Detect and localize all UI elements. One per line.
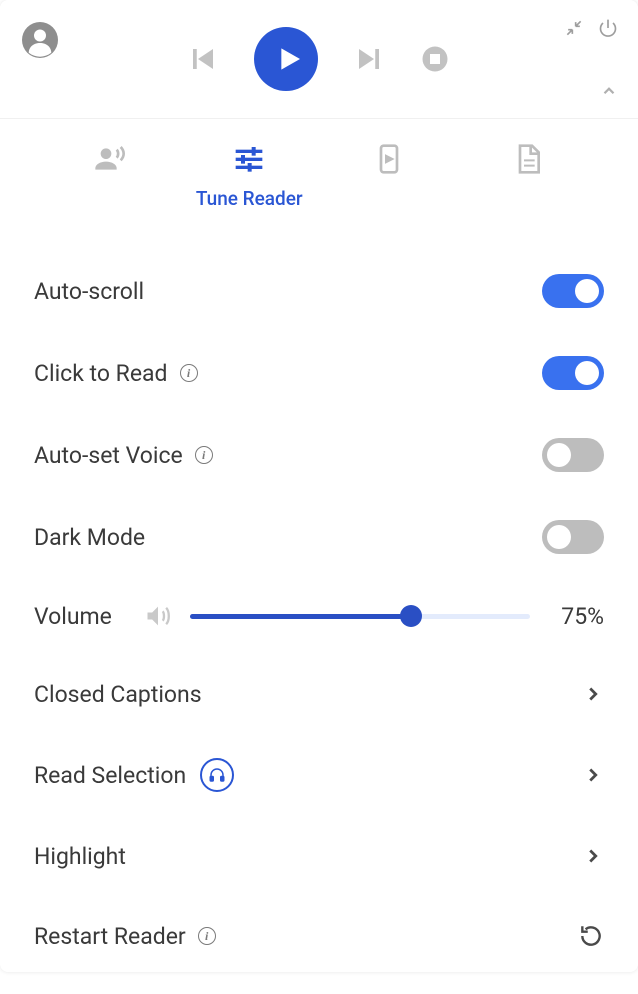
restart-icon: [578, 923, 604, 949]
highlight-label: Highlight: [34, 843, 126, 870]
auto-set-voice-label: Auto-set Voice: [34, 442, 183, 469]
chevron-right-icon: [582, 683, 604, 705]
setting-auto-scroll: Auto-scroll: [34, 250, 604, 332]
tab-tune-reader[interactable]: Tune Reader: [180, 143, 320, 210]
info-icon[interactable]: i: [195, 446, 213, 464]
previous-button[interactable]: [188, 44, 218, 74]
profile-icon[interactable]: [22, 22, 58, 58]
auto-scroll-toggle[interactable]: [542, 274, 604, 308]
dark-mode-toggle[interactable]: [542, 520, 604, 554]
setting-volume: Volume 75%: [34, 578, 604, 654]
volume-label: Volume: [34, 603, 126, 630]
dark-mode-label: Dark Mode: [34, 524, 145, 551]
click-to-read-toggle[interactable]: [542, 356, 604, 390]
chevron-right-icon: [582, 845, 604, 867]
power-icon[interactable]: [598, 18, 618, 42]
collapse-chevron-icon[interactable]: [600, 82, 618, 104]
volume-value: 75%: [548, 603, 604, 630]
tab-bar: Tune Reader: [0, 118, 638, 222]
setting-auto-set-voice: Auto-set Voice i: [34, 414, 604, 496]
click-to-read-label: Click to Read: [34, 360, 168, 387]
player-header: [0, 0, 638, 118]
setting-read-selection[interactable]: Read Selection: [34, 734, 604, 816]
info-icon[interactable]: i: [180, 364, 198, 382]
setting-click-to-read: Click to Read i: [34, 332, 604, 414]
setting-dark-mode: Dark Mode: [34, 496, 604, 578]
setting-closed-captions[interactable]: Closed Captions: [34, 654, 604, 734]
tab-device[interactable]: [319, 143, 459, 210]
restart-reader-label: Restart Reader: [34, 923, 186, 950]
closed-captions-label: Closed Captions: [34, 681, 202, 708]
volume-slider[interactable]: [190, 614, 530, 619]
player-controls: [22, 27, 616, 91]
auto-set-voice-toggle[interactable]: [542, 438, 604, 472]
volume-icon: [144, 602, 172, 630]
stop-button[interactable]: [420, 44, 450, 74]
tab-voice[interactable]: [40, 143, 180, 210]
read-selection-label: Read Selection: [34, 762, 186, 789]
auto-scroll-label: Auto-scroll: [34, 278, 144, 305]
tab-tune-reader-label: Tune Reader: [196, 187, 303, 210]
tab-document[interactable]: [459, 143, 599, 210]
headphone-icon: [200, 758, 234, 792]
setting-restart-reader[interactable]: Restart Reader i: [34, 896, 604, 976]
next-button[interactable]: [354, 44, 384, 74]
setting-highlight[interactable]: Highlight: [34, 816, 604, 896]
info-icon[interactable]: i: [198, 927, 216, 945]
chevron-right-icon: [582, 764, 604, 786]
play-button[interactable]: [254, 27, 318, 91]
minimize-icon[interactable]: [564, 18, 584, 42]
settings-list: Auto-scroll Click to Read i Auto-set Voi…: [0, 222, 638, 994]
